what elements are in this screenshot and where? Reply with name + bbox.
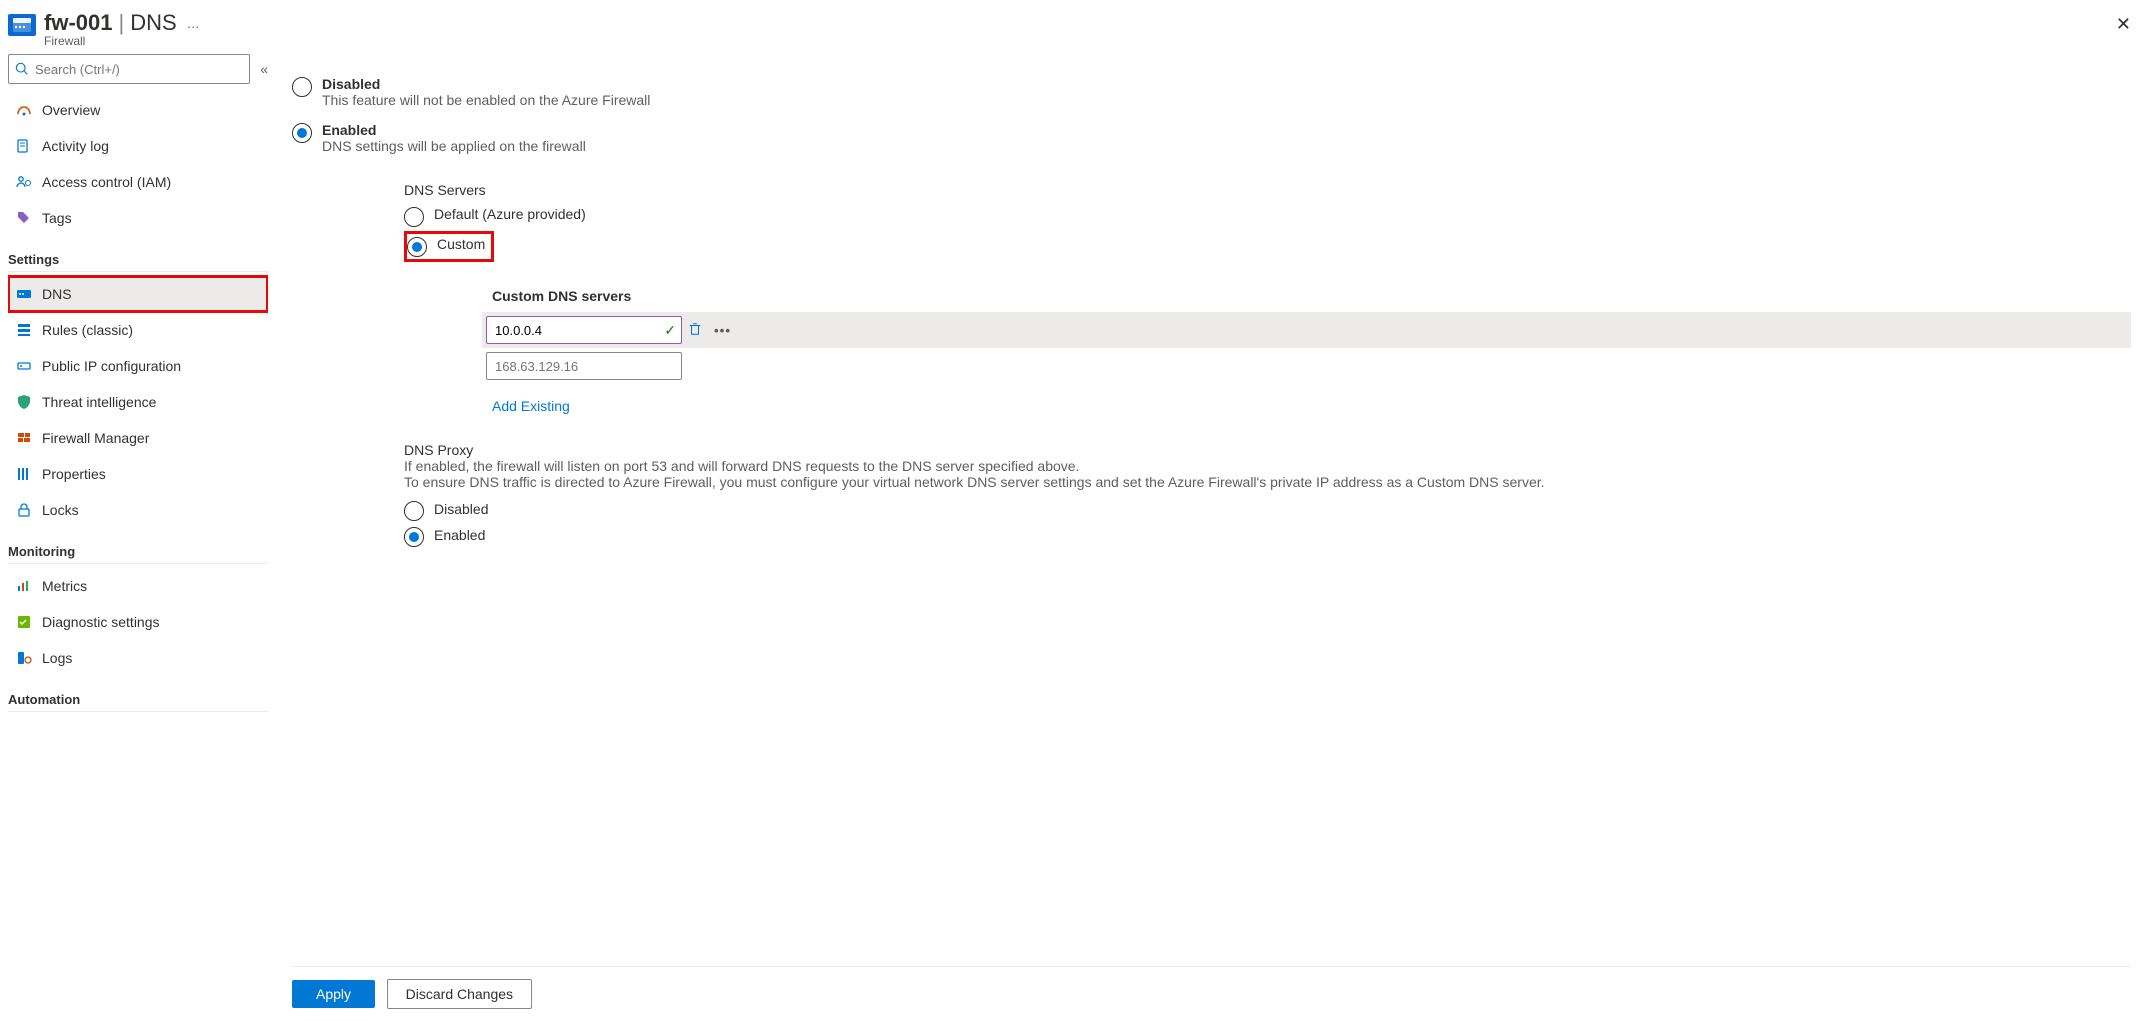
nav-item-dns[interactable]: DNS [8,276,268,312]
dns-proxy-desc-1: If enabled, the firewall will listen on … [404,458,2131,474]
radio-icon[interactable] [404,501,424,521]
nav-item-firewall-manager[interactable]: Firewall Manager [8,420,268,456]
nav-label: Properties [42,466,106,482]
dns-server-row-2 [482,348,2131,384]
search-icon [15,62,29,76]
title-more-button[interactable]: … [187,16,202,31]
resource-type-label: Firewall [44,34,202,48]
option-title: Enabled [322,122,586,138]
sidebar: « Overview Activity log Access control (… [0,54,268,1021]
option-label: Enabled [434,527,485,543]
custom-highlight-box: Custom [404,231,494,262]
apply-button[interactable]: Apply [292,980,375,1008]
dns-enabled-option[interactable]: Enabled DNS settings will be applied on … [292,120,2131,156]
close-button[interactable]: ✕ [2108,10,2139,39]
nav-label: Access control (IAM) [42,174,171,190]
delete-server-button[interactable] [682,318,708,343]
metrics-icon [16,578,32,594]
activity-log-icon [16,138,32,154]
nav-item-threat-intel[interactable]: Threat intelligence [8,384,268,420]
server-more-button[interactable]: ••• [708,319,737,342]
custom-dns-servers-label: Custom DNS servers [492,288,2131,304]
nav-section-automation: Automation [8,676,268,712]
nav-item-diagnostic[interactable]: Diagnostic settings [8,604,268,640]
firewall-manager-icon [16,430,32,446]
nav-item-metrics[interactable]: Metrics [8,568,268,604]
blade-header: fw-001 | DNS … Firewall ✕ [0,0,2155,54]
dns-servers-label: DNS Servers [404,182,2131,198]
search-input[interactable] [35,62,243,77]
lock-icon [16,502,32,518]
nav-item-tags[interactable]: Tags [8,200,268,236]
iam-icon [16,174,32,190]
option-description: This feature will not be enabled on the … [322,92,650,108]
collapse-sidebar-button[interactable]: « [260,61,268,77]
radio-icon[interactable] [404,527,424,547]
logs-icon [16,650,32,666]
nav-item-rules[interactable]: Rules (classic) [8,312,268,348]
resource-name: fw-001 [44,10,112,36]
nav-label: Threat intelligence [42,394,156,410]
nav-label: Locks [42,502,79,518]
tags-icon [16,210,32,226]
option-description: DNS settings will be applied on the fire… [322,138,586,154]
option-label: Disabled [434,501,488,517]
dns-proxy-label: DNS Proxy [404,442,2131,458]
radio-icon[interactable] [292,123,312,143]
radio-icon[interactable] [407,237,427,257]
properties-icon [16,466,32,482]
nav-label: Tags [42,210,72,226]
diagnostic-icon [16,614,32,630]
dns-proxy-enabled-option[interactable]: Enabled [404,524,2131,550]
add-existing-link[interactable]: Add Existing [492,398,570,414]
nav-item-properties[interactable]: Properties [8,456,268,492]
radio-icon[interactable] [404,207,424,227]
dns-server-input-2[interactable] [486,352,682,380]
rules-icon [16,322,32,338]
nav-label: Overview [42,102,100,118]
public-ip-icon [16,358,32,374]
nav-label: Metrics [42,578,87,594]
nav-item-overview[interactable]: Overview [8,92,268,128]
nav-label: Activity log [42,138,109,154]
dns-proxy-desc-2: To ensure DNS traffic is directed to Azu… [404,474,2131,490]
check-icon: ✓ [664,322,676,339]
nav-item-locks[interactable]: Locks [8,492,268,528]
radio-icon[interactable] [292,77,312,97]
nav-section-monitoring: Monitoring [8,528,268,564]
firewall-icon [8,14,36,36]
dns-server-row-1: ✓ ••• [482,312,2131,348]
dns-servers-default-option[interactable]: Default (Azure provided) [404,204,2131,229]
nav-item-logs[interactable]: Logs [8,640,268,676]
overview-icon [16,102,32,118]
dns-server-input-1[interactable] [486,316,682,344]
shield-icon [16,394,32,410]
nav-label: Diagnostic settings [42,614,160,630]
nav-item-public-ip[interactable]: Public IP configuration [8,348,268,384]
title-separator: | [118,10,124,36]
footer-bar: Apply Discard Changes [292,966,2131,1021]
dns-disabled-option[interactable]: Disabled This feature will not be enable… [292,74,2131,110]
nav-label: Rules (classic) [42,322,133,338]
option-label: Default (Azure provided) [434,206,586,222]
search-box[interactable] [8,54,250,84]
page-title: DNS [130,10,176,36]
option-label: Custom [437,236,485,252]
nav-section-settings: Settings [8,236,268,272]
nav-label: DNS [42,286,72,302]
dns-proxy-disabled-option[interactable]: Disabled [404,498,2131,524]
dns-icon [16,286,32,302]
trash-icon [688,322,702,336]
main-content: Disabled This feature will not be enable… [268,54,2155,1021]
nav-label: Public IP configuration [42,358,181,374]
dns-servers-custom-option[interactable]: Custom [407,234,485,259]
nav-item-activity-log[interactable]: Activity log [8,128,268,164]
nav-item-access-control[interactable]: Access control (IAM) [8,164,268,200]
discard-button[interactable]: Discard Changes [387,979,532,1009]
nav-label: Firewall Manager [42,430,149,446]
option-title: Disabled [322,76,650,92]
nav-label: Logs [42,650,72,666]
